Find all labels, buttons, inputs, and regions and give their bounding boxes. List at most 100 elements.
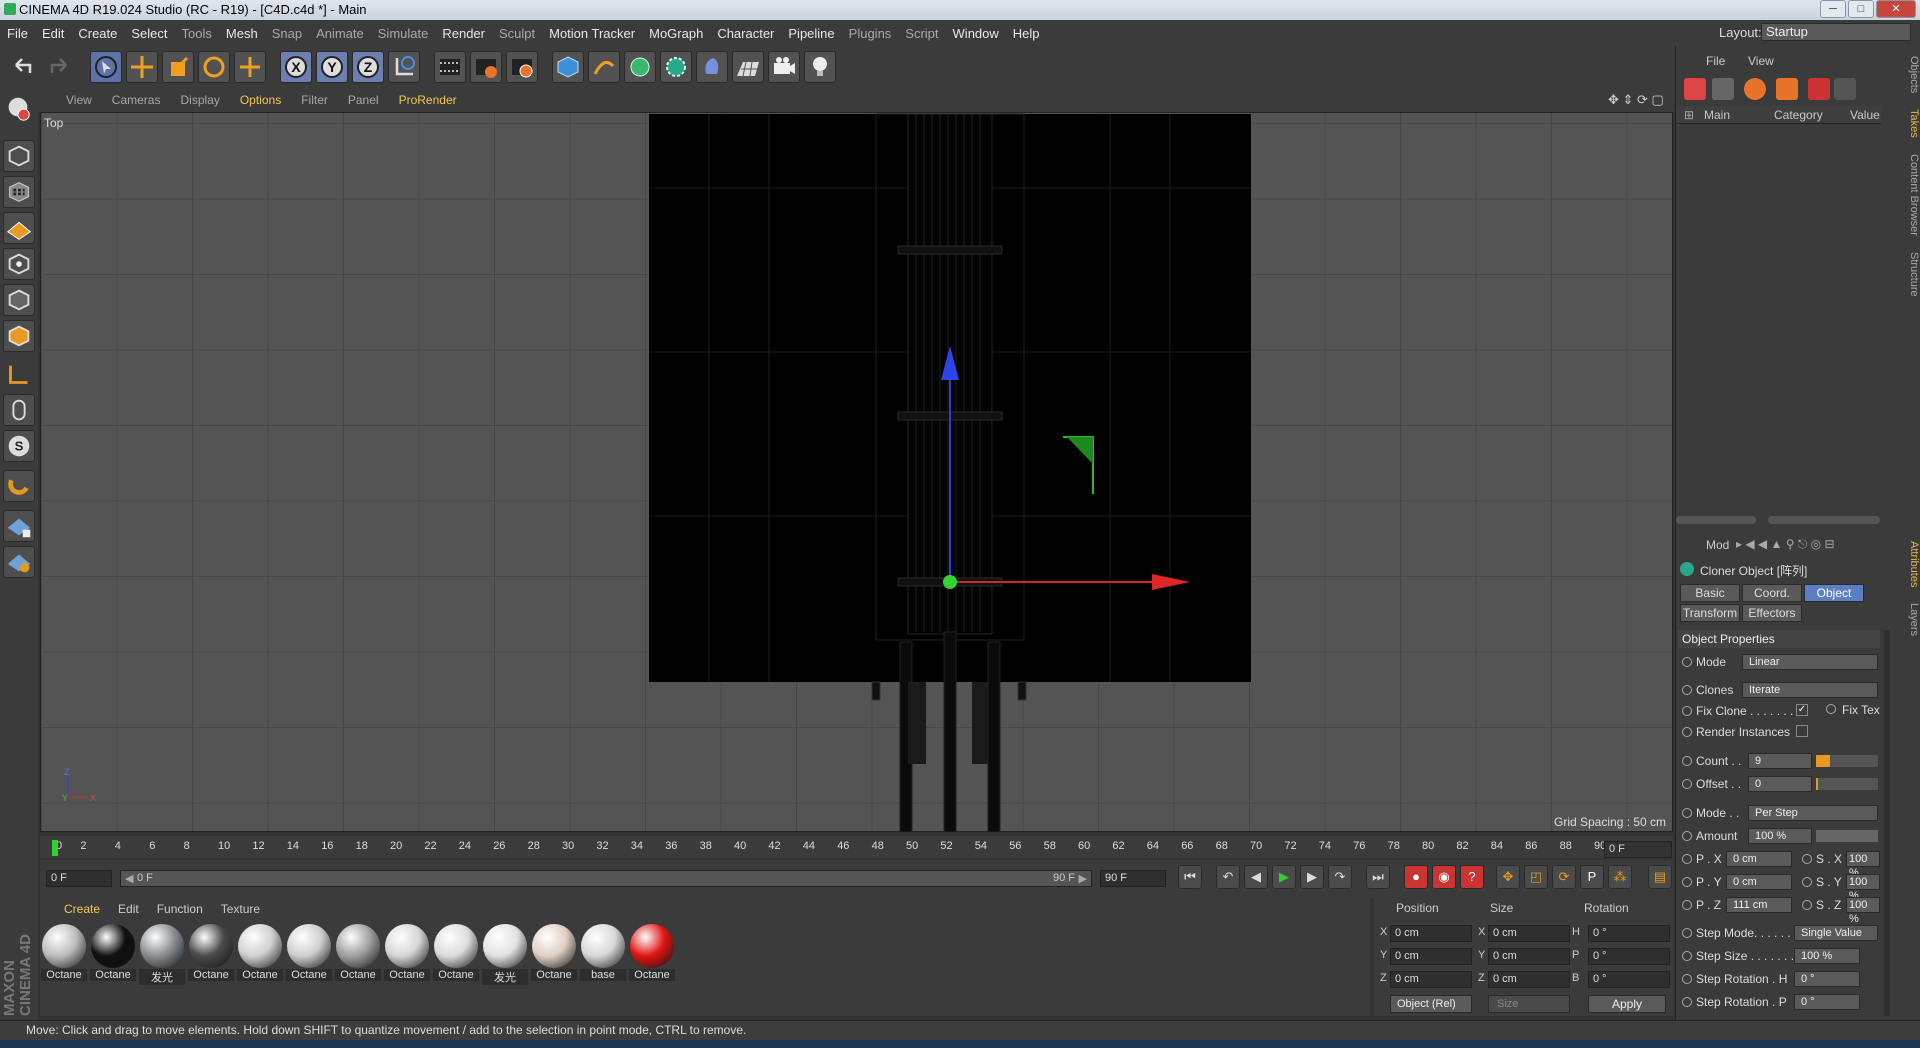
sx-field[interactable]: 100 % [1846, 851, 1880, 879]
rotation-field[interactable]: 0 ° [1588, 925, 1670, 942]
render-take-icon[interactable] [1808, 78, 1830, 100]
vp-menu-panel[interactable]: Panel [348, 93, 379, 107]
rotation-field[interactable]: 0 ° [1588, 971, 1670, 988]
cube-icon[interactable] [552, 51, 584, 83]
maximize-button[interactable]: □ [1848, 0, 1874, 18]
side-tab-layers[interactable]: Layers [1903, 600, 1920, 640]
vp-menu-options[interactable]: Options [240, 93, 281, 107]
size-mode-dropdown[interactable]: Size [1488, 995, 1570, 1013]
tab-transform[interactable]: Transform [1680, 604, 1740, 622]
floor-icon[interactable] [732, 51, 764, 83]
count-slider[interactable] [1816, 755, 1878, 767]
key-parameter-icon[interactable]: P [1580, 865, 1604, 889]
attr-mode-label[interactable]: Mod [1706, 538, 1729, 552]
x-axis-lock-icon[interactable]: X [280, 51, 312, 83]
vp-menu-display[interactable]: Display [180, 93, 219, 107]
menu-animate[interactable]: Animate [309, 26, 371, 41]
y-axis-lock-icon[interactable]: Y [316, 51, 348, 83]
size-field[interactable]: 0 cm [1488, 971, 1570, 988]
model-mode-icon[interactable] [3, 140, 35, 172]
layout-dropdown[interactable]: Startup [1761, 23, 1911, 41]
record-icon[interactable]: ● [1404, 865, 1428, 889]
obj-menu-file[interactable]: File [1706, 54, 1725, 68]
cloner-icon[interactable] [660, 51, 692, 83]
mat-menu-edit[interactable]: Edit [118, 902, 139, 916]
live-selection-icon[interactable] [90, 51, 122, 83]
camera-icon[interactable] [768, 51, 800, 83]
menu-snap[interactable]: Snap [265, 26, 309, 41]
menu-window[interactable]: Window [946, 26, 1006, 41]
material-swatch[interactable]: 发光 [482, 924, 528, 986]
mode-dropdown[interactable]: Linear [1742, 654, 1878, 670]
vp-menu-prorender[interactable]: ProRender [399, 93, 457, 107]
menu-tools[interactable]: Tools [175, 26, 219, 41]
viewport-nav-icons[interactable]: ✥ ⇕ ⟳ ▢ [1608, 92, 1664, 108]
take-icon[interactable] [1776, 78, 1798, 100]
prev-key-icon[interactable]: ↶ [1216, 865, 1240, 889]
close-button[interactable]: ✕ [1876, 0, 1916, 18]
z-axis-lock-icon[interactable]: Z [352, 51, 384, 83]
magnet-icon[interactable] [3, 470, 35, 502]
axis-mode-icon[interactable] [3, 360, 35, 392]
make-editable-icon[interactable] [3, 94, 35, 126]
keyframe-selection-icon[interactable]: ? [1460, 865, 1484, 889]
tweak-mode-icon[interactable] [3, 394, 35, 426]
material-swatch[interactable]: Octane [90, 924, 136, 986]
override-icon[interactable] [1744, 78, 1766, 100]
offset-slider[interactable] [1816, 778, 1878, 790]
key-rotation-icon[interactable]: ⟳ [1552, 865, 1576, 889]
side-tab-structure[interactable]: Structure [1903, 246, 1920, 302]
planar-workplane-icon[interactable] [3, 546, 35, 578]
frame-ruler[interactable]: 0 2 4 6 8 10 12 14 16 18 20 22 24 26 28 30 32 34 36 38 40 42 4… [52, 838, 1606, 858]
vp-menu-cameras[interactable]: Cameras [112, 93, 161, 107]
mat-menu-function[interactable]: Function [157, 902, 203, 916]
lock-take-icon[interactable] [1834, 78, 1856, 100]
menu-edit[interactable]: Edit [35, 26, 71, 41]
sz-field[interactable]: 100 % [1846, 897, 1880, 925]
menu-help[interactable]: Help [1006, 26, 1047, 41]
deformer-icon[interactable] [696, 51, 728, 83]
material-swatch[interactable]: Octane [629, 924, 675, 986]
clones-dropdown[interactable]: Iterate [1742, 682, 1878, 698]
key-pla-icon[interactable]: ⁂ [1608, 865, 1632, 889]
menu-character[interactable]: Character [710, 26, 781, 41]
redo-button[interactable] [44, 51, 76, 83]
menu-select[interactable]: Select [124, 26, 174, 41]
mat-menu-create[interactable]: Create [64, 902, 100, 916]
render-settings-icon[interactable] [506, 51, 538, 83]
amount-slider[interactable] [1816, 830, 1878, 842]
py-field[interactable]: 0 cm [1726, 874, 1792, 890]
prev-frame-icon[interactable]: ◀ [1244, 865, 1268, 889]
material-swatch[interactable]: Octane [41, 924, 87, 986]
key-position-icon[interactable]: ✥ [1496, 865, 1520, 889]
frame-range-slider[interactable]: ◀ 0 F 90 F ▶ [120, 870, 1092, 887]
menu-render[interactable]: Render [435, 26, 492, 41]
coordinate-mode-dropdown[interactable]: Object (Rel) [1390, 995, 1472, 1013]
mode2-dropdown[interactable]: Per Step [1748, 805, 1878, 821]
points-mode-icon[interactable] [3, 248, 35, 280]
goto-end-icon[interactable]: ⏭ [1366, 865, 1390, 889]
attr-scrollbar[interactable] [1884, 630, 1890, 1016]
position-field[interactable]: 0 cm [1390, 971, 1472, 988]
step-mode-dropdown[interactable]: Single Value [1794, 925, 1878, 941]
material-swatch[interactable]: base [580, 924, 626, 986]
goto-start-icon[interactable]: ⏮ [1178, 865, 1202, 889]
side-tab-objects[interactable]: Objects [1903, 50, 1920, 100]
step-rotation-p-field[interactable]: 0 ° [1794, 994, 1860, 1010]
timeline-icon[interactable]: ▤ [1648, 865, 1672, 889]
render-instances-checkbox[interactable] [1796, 725, 1808, 737]
key-scale-icon[interactable]: ◰ [1524, 865, 1548, 889]
material-swatch[interactable]: Octane [237, 924, 283, 986]
tag-icon[interactable] [1712, 78, 1734, 100]
subdivision-surface-icon[interactable] [624, 51, 656, 83]
size-field[interactable]: 0 cm [1488, 948, 1570, 965]
playhead[interactable] [52, 840, 58, 856]
autokey-icon[interactable]: ◉ [1432, 865, 1456, 889]
rotate-tool-icon[interactable] [198, 51, 230, 83]
material-swatch[interactable]: 发光 [139, 924, 185, 986]
sy-field[interactable]: 100 % [1846, 874, 1880, 902]
current-frame-field[interactable]: 0 F [1604, 841, 1672, 858]
next-frame-icon[interactable]: ▶ [1300, 865, 1324, 889]
material-swatch[interactable]: Octane [433, 924, 479, 986]
menu-script[interactable]: Script [898, 26, 945, 41]
